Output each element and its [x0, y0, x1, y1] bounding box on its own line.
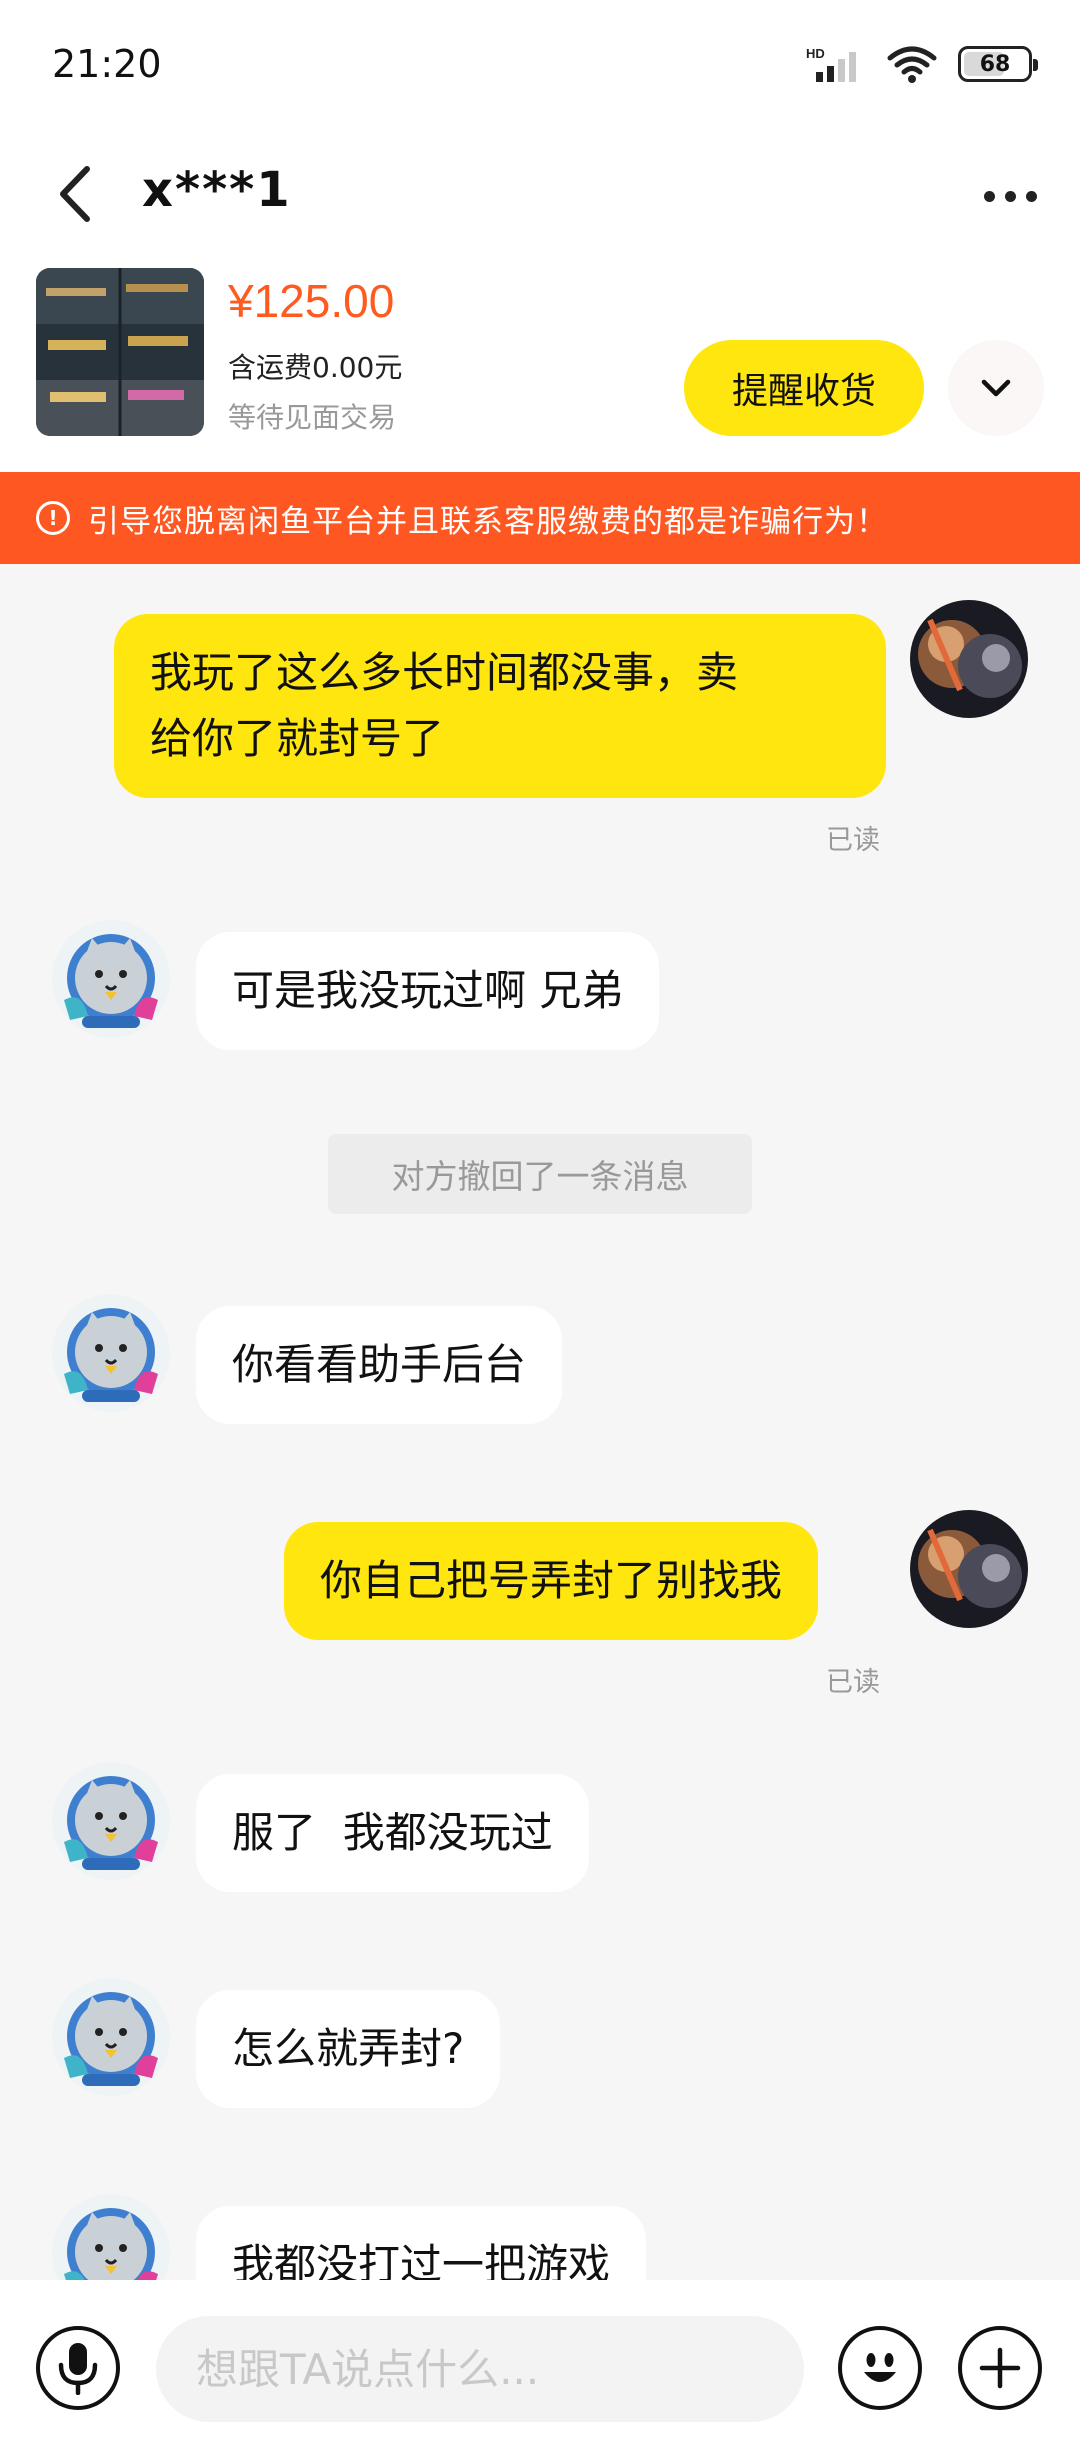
network-type-label: HD: [806, 46, 825, 61]
signal-icon: HD: [806, 46, 856, 82]
status-time: 21:20: [52, 42, 162, 86]
status-bar: 21:20 HD 68: [0, 0, 1080, 130]
battery-indicator: 68: [958, 46, 1038, 82]
chat-header: x***1: [0, 130, 1080, 260]
chevron-left-icon: [60, 166, 90, 222]
message-bubble-sent[interactable]: 你自己把号弄封了别找我: [284, 1522, 819, 1640]
more-dot-icon: [983, 190, 995, 202]
battery-level: 68: [979, 51, 1011, 77]
status-icons: HD 68: [806, 44, 1038, 84]
my-avatar[interactable]: [910, 600, 1028, 718]
more-actions-button[interactable]: [958, 2326, 1042, 2410]
message-bubble-received[interactable]: 可是我没玩过啊 兄弟: [196, 932, 660, 1050]
warning-text: 引导您脱离闲鱼平台并且联系客服缴费的都是诈骗行为！: [88, 503, 888, 540]
voice-input-button[interactable]: [36, 2326, 120, 2410]
product-card[interactable]: ¥125.00 含运费0.00元 等待见面交易 提醒收货: [0, 260, 1080, 472]
message-line: 给你了就封号了: [150, 714, 445, 763]
partner-avatar[interactable]: [52, 1762, 170, 1880]
recalled-message-notice: 对方撤回了一条消息: [328, 1134, 752, 1214]
chat-messages[interactable]: 我玩了这么多长时间都没事，卖 给你了就封号了 已读 可是我没玩过啊 兄弟 对方撤…: [0, 564, 1080, 2280]
message-bubble-received[interactable]: 你看看助手后台: [196, 1306, 563, 1424]
read-receipt: 已读: [826, 1667, 880, 1698]
back-button[interactable]: [44, 154, 104, 234]
message-bubble-sent[interactable]: 我玩了这么多长时间都没事，卖 给你了就封号了: [114, 614, 886, 798]
remind-receipt-button[interactable]: 提醒收货: [684, 340, 924, 436]
partner-avatar[interactable]: [52, 920, 170, 1038]
exclamation-icon: !: [36, 501, 70, 535]
product-price: ¥125.00: [228, 275, 395, 327]
my-avatar[interactable]: [910, 1510, 1028, 1628]
plus-icon: [979, 2347, 1021, 2389]
message-bubble-received[interactable]: 服了 我都没玩过: [196, 1774, 589, 1892]
message-line: 我玩了这么多长时间都没事，卖: [150, 648, 739, 697]
message-bubble-received[interactable]: 怎么就弄封?: [196, 1990, 501, 2108]
product-thumbnail[interactable]: [36, 268, 204, 436]
emoji-button[interactable]: [838, 2326, 922, 2410]
smiley-icon: [864, 2353, 896, 2382]
more-options-button[interactable]: [970, 156, 1050, 236]
order-status: 等待见面交易: [228, 401, 397, 434]
message-bubble-received[interactable]: 我都没打过一把游戏: [196, 2206, 647, 2280]
shipping-fee: 含运费0.00元: [228, 351, 403, 384]
more-dot-icon: [1004, 190, 1016, 202]
read-receipt: 已读: [826, 825, 880, 856]
fraud-warning-banner: ! 引导您脱离闲鱼平台并且联系客服缴费的都是诈骗行为！: [0, 472, 1080, 564]
partner-avatar[interactable]: [52, 2194, 170, 2280]
expand-order-button[interactable]: [948, 340, 1044, 436]
more-dot-icon: [1025, 190, 1037, 202]
message-input-bar: [0, 2280, 1080, 2460]
wifi-icon: [887, 46, 937, 83]
message-input[interactable]: [156, 2316, 804, 2422]
microphone-icon: [58, 2343, 98, 2395]
partner-avatar[interactable]: [52, 1294, 170, 1412]
partner-avatar[interactable]: [52, 1978, 170, 2096]
chat-partner-name: x***1: [142, 162, 292, 218]
chevron-down-icon: [981, 379, 1011, 397]
